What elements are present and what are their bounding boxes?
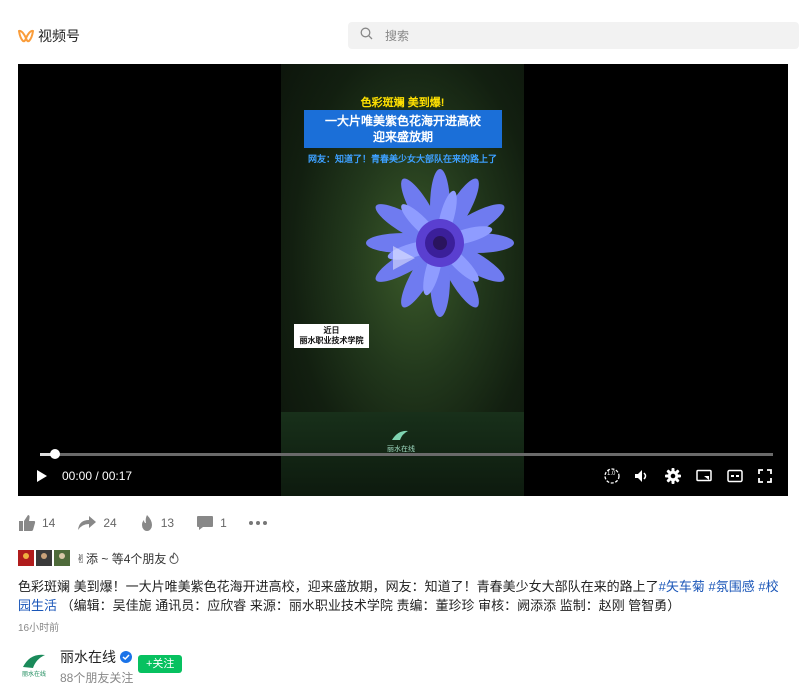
settings-button[interactable] (663, 464, 683, 488)
channels-butterfly-icon (18, 29, 34, 43)
share-button[interactable]: 24 (77, 515, 117, 531)
share-count: 24 (103, 516, 117, 530)
overlay-title-line1: 一大片唯美紫色花海开进高校 (324, 114, 481, 128)
caption-text: 色彩斑斓 美到爆！一大片唯美紫色花海开进高校，迎来盛放期，网友：知道了！青春美少… (18, 579, 659, 594)
cast-button[interactable] (694, 464, 714, 488)
search-icon (360, 27, 373, 45)
more-button[interactable] (248, 521, 267, 525)
video-watermark: 丽水在线 (381, 428, 421, 454)
action-row: 14 24 13 1 (18, 512, 289, 534)
friend-avatar (54, 550, 70, 566)
video-player[interactable]: 色彩斑斓 美到爆! 一大片唯美紫色花海开进高校 迎来盛放期 网友：知道了！青春美… (18, 64, 788, 496)
play-button[interactable] (32, 464, 52, 488)
gear-icon (665, 468, 681, 484)
captions-button[interactable] (725, 464, 745, 488)
volume-button[interactable] (632, 464, 652, 488)
search-box[interactable] (348, 22, 799, 49)
account-name[interactable]: 丽水在线 (60, 647, 116, 667)
friends-liked-text: ✌添 ~ 等4个朋友 (76, 551, 167, 566)
cornflower-image (366, 169, 514, 317)
svg-text:丽水在线: 丽水在线 (22, 670, 46, 678)
thumbs-up-icon (19, 515, 36, 531)
hashtag-link[interactable]: #矢车菊 (659, 579, 705, 594)
comment-button[interactable]: 1 (196, 515, 227, 531)
volume-icon (635, 470, 647, 482)
watermark-logo-icon (392, 430, 408, 440)
comment-icon (197, 516, 214, 530)
play-icon (37, 470, 47, 482)
hot-button[interactable]: 13 (139, 514, 174, 532)
top-bar: 视频号 (0, 0, 799, 64)
verified-badge-icon (120, 651, 132, 663)
post-time: 16小时前 (18, 623, 60, 634)
follower-count: 88个朋友关注 (60, 671, 134, 685)
overlay-subtitle: 网友：知道了！青春美少女大部队在来的路上了 (307, 154, 497, 164)
account-avatar[interactable]: 丽水在线 (18, 647, 50, 679)
progress-bar[interactable] (40, 449, 773, 459)
fullscreen-icon (758, 469, 772, 483)
video-caption: 色彩斑斓 美到爆！一大片唯美紫色花海开进高校，迎来盛放期，网友：知道了！青春美少… (18, 577, 790, 615)
friend-avatar (36, 550, 52, 566)
account-logo: 丽水在线 (22, 654, 46, 678)
cast-icon (696, 469, 712, 482)
channels-logo[interactable]: 视频号 (18, 26, 80, 46)
app-name: 视频号 (38, 28, 80, 44)
progress-handle[interactable] (49, 449, 60, 459)
friends-liked-row[interactable]: ✌添 ~ 等4个朋友 (18, 549, 180, 567)
share-arrow-icon (78, 516, 97, 530)
follow-button[interactable]: +关注 (138, 655, 183, 673)
comment-count: 1 (220, 516, 227, 530)
overlay-title-box: 一大片唯美紫色花海开进高校 迎来盛放期 (304, 110, 502, 148)
location-label: 近日 丽水职业技术学院 (294, 324, 369, 348)
flame-icon (141, 515, 152, 531)
speed-label: 1.0 (607, 471, 616, 477)
flame-icon (169, 552, 179, 564)
overlay-yellow-headline: 色彩斑斓 美到爆! (360, 97, 445, 109)
fullscreen-button[interactable] (755, 464, 775, 488)
hashtag-link[interactable]: #氛围感 (708, 579, 754, 594)
account-name-row[interactable]: 丽水在线 (60, 647, 132, 667)
playback-speed-button[interactable]: 1.0 (602, 464, 622, 488)
more-dots-icon (248, 521, 267, 525)
like-count: 14 (42, 516, 56, 530)
hot-count: 13 (160, 516, 175, 530)
caption-credits: （编辑：吴佳旎 通讯员：应欣睿 来源：丽水职业技术学院 责编：董珍珍 审核：阙添… (60, 598, 681, 613)
search-input[interactable] (383, 27, 767, 44)
time-display: 00:00 / 00:17 (62, 469, 133, 483)
like-button[interactable]: 14 (18, 514, 55, 532)
player-controls: 00:00 / 00:17 1.0 (18, 464, 788, 488)
friend-avatar (18, 550, 34, 566)
overlay-title-line2: 迎来盛放期 (372, 130, 433, 144)
captions-icon (727, 469, 743, 483)
account-row: 丽水在线 丽水在线 88个朋友关注 +关注 (18, 647, 418, 687)
video-frame[interactable]: 色彩斑斓 美到爆! 一大片唯美紫色花海开进高校 迎来盛放期 网友：知道了！青春美… (281, 64, 524, 496)
